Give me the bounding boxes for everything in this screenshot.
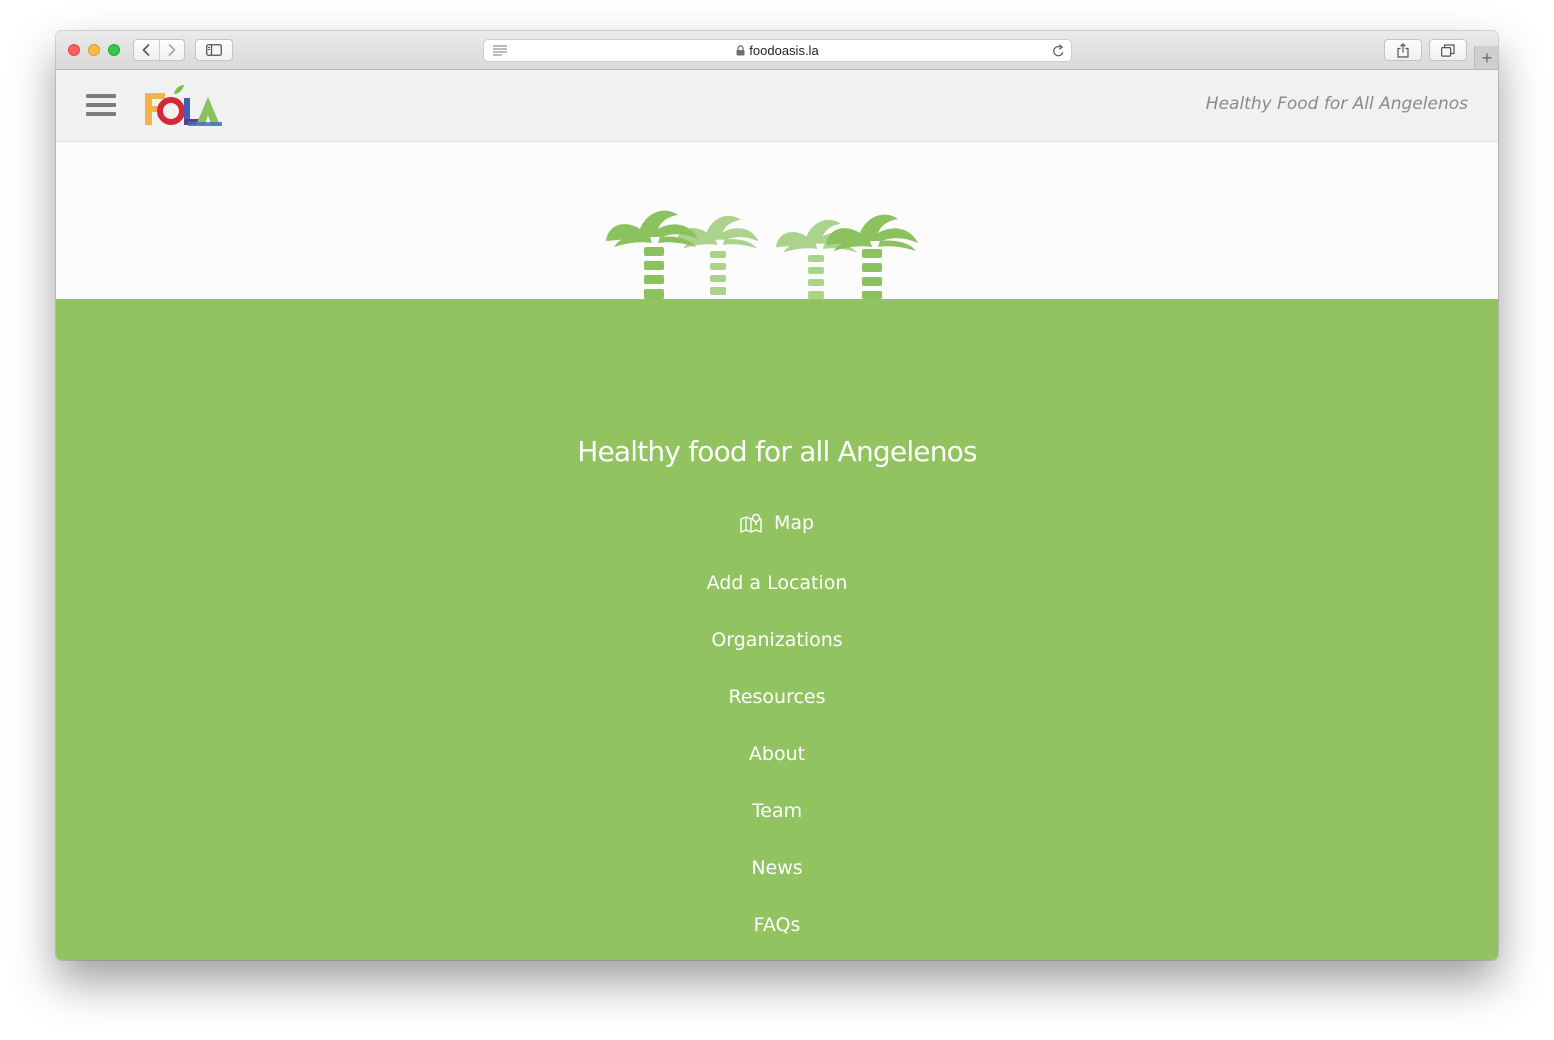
chevron-right-icon bbox=[168, 44, 176, 56]
menu-item-organizations[interactable]: Organizations bbox=[56, 629, 1498, 651]
back-button[interactable] bbox=[134, 40, 159, 60]
menu-item-label: News bbox=[751, 857, 803, 879]
menu-item-map[interactable]: Map bbox=[56, 512, 1498, 538]
fola-logo[interactable] bbox=[144, 84, 224, 128]
hamburger-menu-icon[interactable] bbox=[86, 94, 116, 118]
nav-button-group bbox=[133, 39, 185, 61]
tab-overview-button[interactable] bbox=[1429, 39, 1467, 61]
site-tagline: Healthy Food for All Angelenos bbox=[1205, 94, 1468, 114]
url-display: foodoasis.la bbox=[484, 40, 1071, 61]
menu-item-label: About bbox=[748, 743, 806, 765]
menu-item-faqs[interactable]: FAQs bbox=[56, 914, 1498, 936]
browser-toolbar: foodoasis.la + bbox=[56, 31, 1498, 70]
maximize-window-button[interactable] bbox=[108, 44, 120, 56]
hero-title: Healthy food for all Angelenos bbox=[577, 435, 977, 468]
tabs-icon bbox=[1441, 43, 1455, 57]
minimize-window-button[interactable] bbox=[88, 44, 100, 56]
hero-nav-section: Healthy food for all Angelenos Map Add a… bbox=[56, 299, 1498, 960]
close-window-button[interactable] bbox=[68, 44, 80, 56]
chevron-left-icon bbox=[142, 44, 150, 56]
menu-item-add-location[interactable]: Add a Location bbox=[56, 572, 1498, 594]
url-text: foodoasis.la bbox=[749, 43, 819, 58]
sidebar-icon bbox=[206, 44, 222, 56]
sidebar-toggle-button[interactable] bbox=[195, 39, 233, 61]
map-icon bbox=[740, 513, 762, 533]
menu-item-about[interactable]: About bbox=[56, 743, 1498, 765]
site-header: Healthy Food for All Angelenos bbox=[56, 70, 1498, 142]
menu-item-news[interactable]: News bbox=[56, 857, 1498, 879]
plus-icon: + bbox=[1481, 47, 1493, 68]
menu-item-label: Resources bbox=[728, 686, 826, 708]
reload-icon[interactable] bbox=[1052, 44, 1065, 58]
lock-icon bbox=[736, 45, 745, 56]
menu-item-label: Organizations bbox=[711, 629, 843, 651]
share-icon bbox=[1397, 42, 1409, 58]
menu-item-team[interactable]: Team bbox=[56, 800, 1498, 822]
menu-item-label: Map bbox=[773, 512, 815, 534]
share-button[interactable] bbox=[1384, 39, 1422, 61]
menu-item-label: FAQs bbox=[753, 914, 801, 936]
browser-window: foodoasis.la + Healthy Food for All Ange… bbox=[56, 31, 1498, 960]
new-tab-button[interactable]: + bbox=[1474, 46, 1498, 69]
menu-item-label: Team bbox=[751, 800, 803, 822]
palm-trees-illustration bbox=[606, 210, 918, 299]
menu-item-resources[interactable]: Resources bbox=[56, 686, 1498, 708]
forward-button[interactable] bbox=[158, 40, 185, 60]
address-bar[interactable]: foodoasis.la bbox=[483, 39, 1072, 62]
menu-item-label: Add a Location bbox=[706, 572, 848, 594]
